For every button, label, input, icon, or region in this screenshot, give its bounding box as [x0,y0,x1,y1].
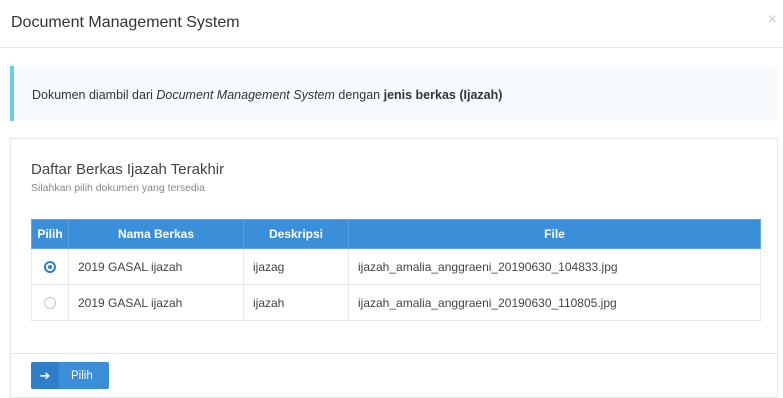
header-pilih: Pilih [31,219,69,249]
cell-nama: 2019 GASAL ijazah [68,284,244,321]
row-select-cell[interactable] [31,284,69,321]
header-nama-berkas: Nama Berkas [68,219,244,249]
info-alert: Dokumen diambil dari Document Management… [10,66,778,121]
table-row[interactable]: 2019 GASAL ijazah ijazag ijazah_amalia_a… [31,248,761,285]
modal-header: Document Management System × [0,0,783,48]
header-deskripsi: Deskripsi [243,219,349,249]
row-select-cell[interactable] [31,248,69,285]
cell-file: ijazah_amalia_anggraeni_20190630_110805.… [348,284,761,321]
cell-nama: 2019 GASAL ijazah [68,248,244,285]
info-source: Document Management System [156,88,335,102]
info-prefix: Dokumen diambil dari [32,88,157,102]
files-table: Pilih Nama Berkas Deskripsi File 2019 GA… [31,219,761,321]
file-list-card: Daftar Berkas Ijazah Terakhir Silahkan p… [10,138,778,398]
card-title: Daftar Berkas Ijazah Terakhir [31,161,225,178]
cell-deskripsi: ijazag [243,248,349,285]
select-radio[interactable] [44,261,56,274]
table-header-row: Pilih Nama Berkas Deskripsi File [31,219,761,249]
info-highlight: jenis berkas (Ijazah) [383,88,503,102]
select-radio[interactable] [44,297,56,310]
cell-deskripsi: ijazah [243,284,349,321]
footer-divider [11,353,777,354]
cell-file: ijazah_amalia_anggraeni_20190630_104833.… [348,248,761,285]
card-subtitle: Silahkan pilih dokumen yang tersedia [31,182,205,194]
pick-button[interactable]: ➔ Pilih [31,362,109,389]
info-middle: dengan [334,88,384,102]
info-text: Dokumen diambil dari Document Management… [32,88,502,102]
table-row[interactable]: 2019 GASAL ijazah ijazah ijazah_amalia_a… [31,284,761,321]
arrow-right-icon: ➔ [31,362,59,389]
close-icon[interactable]: × [768,12,777,28]
modal-title: Document Management System [11,14,240,31]
pick-button-label: Pilih [71,369,93,382]
header-file: File [348,219,761,249]
